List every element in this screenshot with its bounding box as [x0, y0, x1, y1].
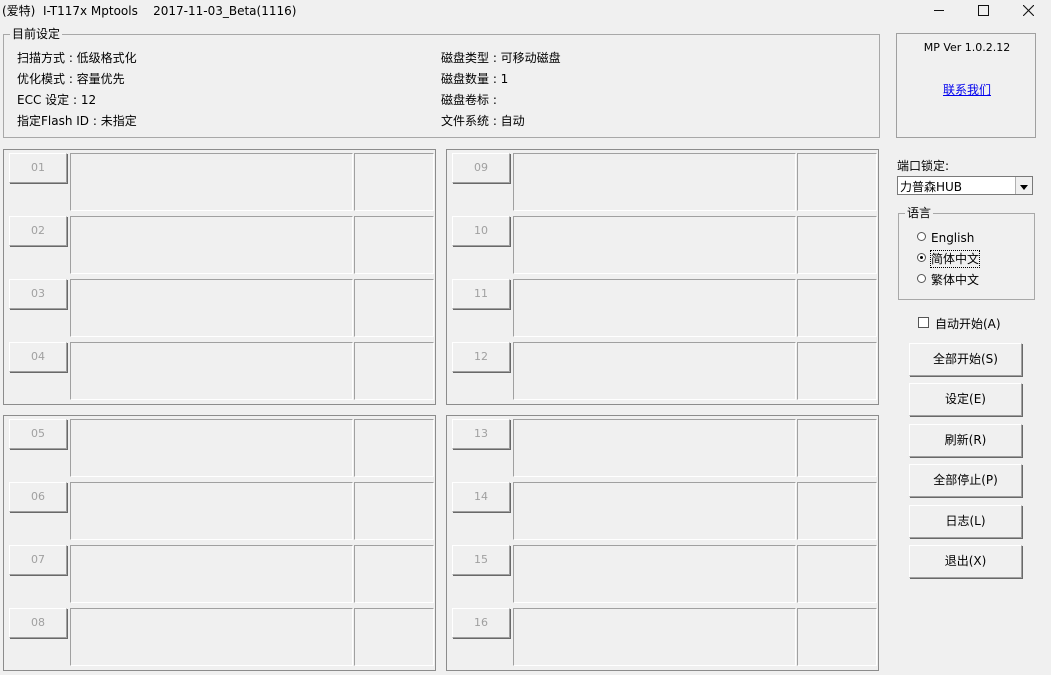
port-button[interactable]: 01 — [9, 153, 67, 183]
port-button[interactable]: 07 — [9, 545, 67, 575]
port-info-field — [354, 419, 434, 477]
setting-flash-id: 指定Flash ID : 未指定 — [17, 114, 137, 128]
port-button[interactable]: 11 — [452, 279, 510, 309]
port-status-field — [70, 419, 353, 477]
radio-button[interactable] — [917, 232, 926, 241]
port-info-field — [797, 153, 877, 211]
port-status-field — [70, 342, 353, 400]
port-info-field — [797, 216, 877, 274]
minimize-button[interactable] — [916, 0, 962, 20]
setting-volume-label: 磁盘卷标 : — [441, 93, 497, 107]
port-button[interactable]: 09 — [452, 153, 510, 183]
radio-label-english: English — [931, 231, 975, 245]
port-status-field — [513, 608, 796, 666]
port-button[interactable]: 02 — [9, 216, 67, 246]
port-group: 09 10 11 12 — [446, 149, 879, 405]
current-settings-legend: 目前设定 — [10, 26, 63, 42]
port-info-field — [354, 153, 434, 211]
settings-button[interactable]: 设定(E) — [909, 383, 1022, 416]
port-info-field — [797, 545, 877, 603]
port-status-field — [70, 545, 353, 603]
setting-disk-type: 磁盘类型 : 可移动磁盘 — [441, 51, 561, 65]
port-status-field — [513, 545, 796, 603]
language-legend: 语言 — [905, 205, 934, 221]
setting-disk-count: 磁盘数量 : 1 — [441, 72, 509, 86]
title-bar: (爱特) I-T117x Mptools 2017-11-03_Beta(111… — [0, 0, 1051, 20]
chevron-down-icon — [1020, 179, 1028, 193]
maximize-button[interactable] — [960, 0, 1006, 20]
port-button[interactable]: 13 — [452, 419, 510, 449]
port-lock-value: 力普森HUB — [900, 180, 963, 194]
radio-button-selected[interactable] — [917, 253, 926, 262]
port-status-field — [70, 482, 353, 540]
version-box: MP Ver 1.0.2.12 联系我们 — [896, 33, 1036, 138]
version-text: MP Ver 1.0.2.12 — [923, 41, 1011, 54]
port-button[interactable]: 10 — [452, 216, 510, 246]
port-info-field — [797, 608, 877, 666]
port-lock-dropdown-button[interactable] — [1015, 177, 1032, 194]
maximize-icon — [977, 4, 989, 16]
port-button[interactable]: 12 — [452, 342, 510, 372]
port-group: 05 06 07 08 — [3, 415, 436, 671]
port-button[interactable]: 04 — [9, 342, 67, 372]
minimize-icon — [934, 5, 944, 15]
port-group: 01 02 03 04 — [3, 149, 436, 405]
refresh-button[interactable]: 刷新(R) — [909, 424, 1022, 457]
port-info-field — [797, 482, 877, 540]
radio-button[interactable] — [917, 274, 926, 283]
port-button[interactable]: 15 — [452, 545, 510, 575]
setting-ecc: ECC 设定 : 12 — [17, 93, 97, 107]
port-status-field — [70, 279, 353, 337]
port-button[interactable]: 14 — [452, 482, 510, 512]
stop-all-button[interactable]: 全部停止(P) — [909, 464, 1022, 497]
setting-file-system: 文件系统 : 自动 — [441, 114, 525, 128]
radio-label-simplified-chinese: 简体中文 — [929, 250, 981, 268]
port-info-field — [354, 608, 434, 666]
close-button[interactable] — [1005, 0, 1051, 20]
port-status-field — [513, 482, 796, 540]
port-status-field — [513, 216, 796, 274]
port-button[interactable]: 06 — [9, 482, 67, 512]
port-info-field — [797, 419, 877, 477]
port-lock-select[interactable]: 力普森HUB — [897, 176, 1033, 195]
radio-label-traditional-chinese: 繁体中文 — [931, 273, 980, 287]
port-status-field — [513, 342, 796, 400]
port-lock-label: 端口锁定: — [897, 159, 950, 173]
port-info-field — [354, 216, 434, 274]
setting-scan-mode: 扫描方式 : 低级格式化 — [17, 51, 137, 65]
port-status-field — [513, 153, 796, 211]
port-status-field — [70, 153, 353, 211]
port-status-field — [513, 279, 796, 337]
port-info-field — [354, 545, 434, 603]
language-group: 语言 English 简体中文 繁体中文 — [898, 205, 1035, 300]
port-info-field — [354, 342, 434, 400]
close-icon — [1022, 4, 1034, 16]
port-status-field — [70, 608, 353, 666]
port-button[interactable]: 03 — [9, 279, 67, 309]
port-button[interactable]: 16 — [452, 608, 510, 638]
port-status-field — [70, 216, 353, 274]
current-settings-group: 目前设定 扫描方式 : 低级格式化 优化模式 : 容量优先 ECC 设定 : 1… — [3, 26, 880, 138]
autostart-checkbox[interactable] — [918, 317, 929, 328]
contact-us-link[interactable]: 联系我们 — [897, 81, 1037, 98]
autostart-label: 自动开始(A) — [935, 317, 1001, 331]
port-button[interactable]: 05 — [9, 419, 67, 449]
exit-button[interactable]: 退出(X) — [909, 545, 1022, 578]
window-title: (爱特) I-T117x Mptools 2017-11-03_Beta(111… — [2, 4, 297, 18]
log-button[interactable]: 日志(L) — [909, 505, 1022, 538]
port-info-field — [797, 342, 877, 400]
port-info-field — [797, 279, 877, 337]
start-all-button[interactable]: 全部开始(S) — [909, 343, 1022, 376]
port-status-field — [513, 419, 796, 477]
port-group: 13 14 15 16 — [446, 415, 879, 671]
port-info-field — [354, 482, 434, 540]
port-button[interactable]: 08 — [9, 608, 67, 638]
setting-optimize-mode: 优化模式 : 容量优先 — [17, 72, 125, 86]
port-info-field — [354, 279, 434, 337]
